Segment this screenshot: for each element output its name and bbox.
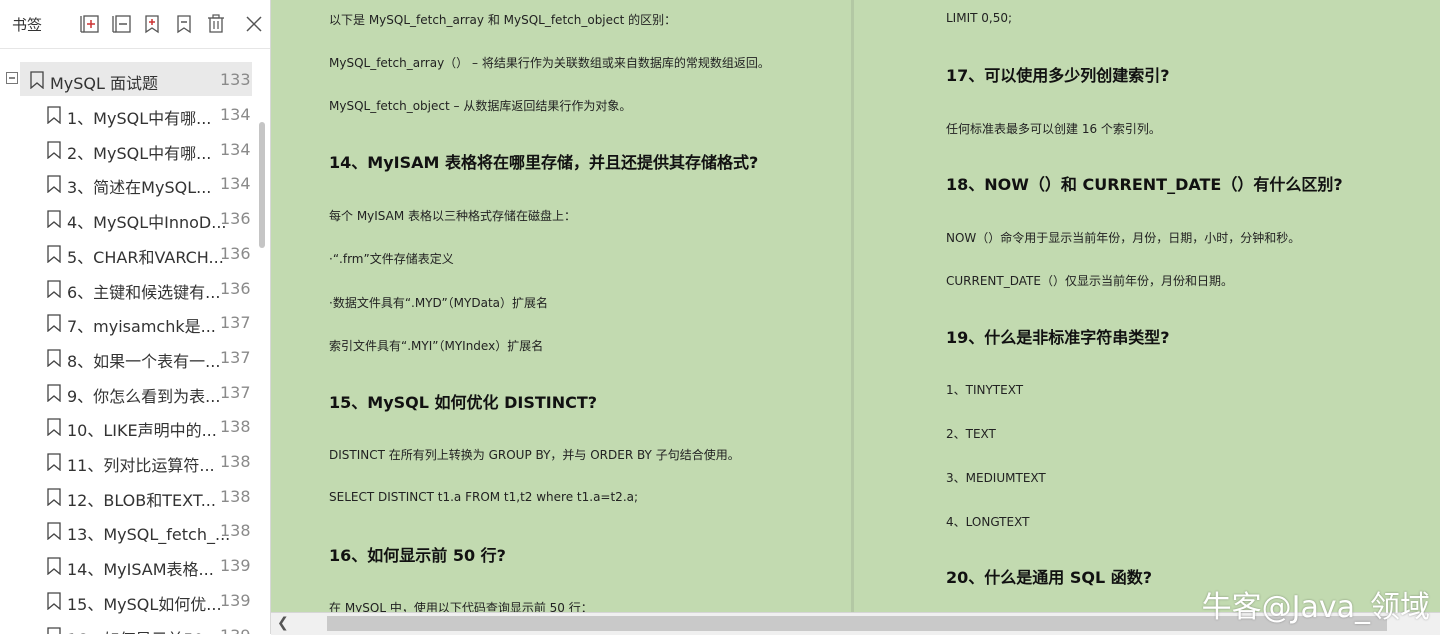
collapse-all-icon[interactable] [108,11,134,37]
text-line: ·数据文件具有“.MYD”（MYData）扩展名 [329,296,549,310]
bookmark-icon [47,557,61,576]
bookmark-item-label[interactable]: 16、如何显示前50... [67,626,219,635]
collapse-toggle-icon[interactable] [6,72,18,84]
page-left: 以下是 MySQL_fetch_array 和 MySQL_fetch_obje… [271,0,851,612]
remove-bookmark-icon[interactable] [171,11,197,37]
trash-icon[interactable] [203,11,229,37]
text-line: 索引文件具有“.MYI”（MYIndex）扩展名 [329,339,544,353]
bookmark-item-label[interactable]: 1、MySQL中有哪... [67,105,211,129]
text-line: 以下是 MySQL_fetch_array 和 MySQL_fetch_obje… [329,13,677,27]
text-line: 1、TINYTEXT [946,383,1024,397]
bookmark-panel-header: 书签 [0,0,270,49]
bookmark-icon [47,418,61,437]
bookmark-item-page: 137 [220,313,251,333]
heading-18: 18、NOW（）和 CURRENT_DATE（）有什么区别? [946,175,1343,194]
bookmark-icon [47,488,61,506]
expand-all-icon[interactable] [76,11,102,37]
heading-15: 15、MySQL 如何优化 DISTINCT? [329,393,598,412]
bookmark-item-label[interactable]: 2、MySQL中有哪... [67,140,211,164]
bookmark-item-page: 136 [220,209,251,229]
document-view[interactable]: 以下是 MySQL_fetch_array 和 MySQL_fetch_obje… [271,0,1440,612]
bookmark-icon [47,106,61,124]
bookmark-item-label[interactable]: 4、MySQL中InnoD... [67,209,227,233]
bookmark-item-label[interactable]: 8、如果一个表有一... [67,348,220,372]
bookmark-icon [47,210,61,229]
bookmark-item-label[interactable]: 13、MySQL_fetch_... [67,521,230,545]
bookmark-item-page: 138 [220,521,251,541]
heading-16: 16、如何显示前 50 行? [329,546,506,565]
text-line: ·“.frm”文件存储表定义 [329,252,454,266]
heading-19: 19、什么是非标准字符串类型? [946,328,1170,347]
bookmark-item-page: 134 [220,105,251,124]
text-line: DISTINCT 在所有列上转换为 GROUP BY，并与 ORDER BY 子… [329,448,740,462]
bookmark-panel: 书签 MySQL 面试题 133 1、MySQL中有哪... 134 2、MySQL… [0,0,271,634]
bookmark-icon [30,71,44,89]
bookmark-item-page: 139 [220,556,251,576]
bookmark-item-label[interactable]: 9、你怎么看到为表... [67,383,220,407]
bookmark-item-page: 138 [220,417,251,437]
bookmark-icon [47,592,61,610]
text-line: 4、LONGTEXT [946,515,1030,529]
bookmark-item-page: 138 [220,452,251,471]
bookmark-icon [47,453,61,471]
bookmark-icon [47,245,61,263]
text-line: MySQL_fetch_object – 从数据库返回结果行作为对象。 [329,99,632,113]
close-icon[interactable] [241,11,267,37]
bookmark-item-page: 138 [220,486,251,506]
bookmark-icon [47,314,61,333]
page-right: LIMIT 0,50; 17、可以使用多少列创建索引? 任何标准表最多可以创建 … [854,0,1440,612]
bookmark-icon [47,141,61,159]
bookmark-item-page: 137 [220,347,251,367]
add-bookmark-icon[interactable] [139,11,165,37]
bookmark-item-label[interactable]: 10、LIKE声明中的... [67,417,217,441]
scroll-left-arrow-icon[interactable]: ❮ [277,615,289,631]
bookmark-item-page: 134 [220,139,251,159]
bookmark-root-page: 133 [220,70,251,89]
text-line: CURRENT_DATE（）仅显示当前年份，月份和日期。 [946,274,1233,288]
bookmark-item-label[interactable]: 14、MyISAM表格... [67,556,214,580]
bookmark-item-label[interactable]: 7、myisamchk是... [67,313,216,337]
sidebar-scrollbar[interactable] [259,122,265,248]
bookmark-item-label[interactable]: 12、BLOB和TEXT... [67,487,216,511]
bookmark-icon [47,279,61,298]
bookmark-icon [47,522,61,541]
bookmark-item-label[interactable]: 15、MySQL如何优... [67,591,222,615]
bookmark-item-page: 139 [220,626,251,635]
text-line: 在 MySQL 中，使用以下代码查询显示前 50 行： [329,601,593,612]
bookmark-item-page: 136 [220,278,251,298]
bookmark-item-page: 134 [220,174,251,194]
text-line: 3、MEDIUMTEXT [946,471,1046,485]
bookmark-root-label[interactable]: MySQL 面试题 [50,70,158,94]
bookmark-item-label[interactable]: 3、简述在MySQL... [67,174,211,198]
bookmark-item-label[interactable]: 11、列对比运算符... [67,452,215,476]
text-line: SELECT DISTINCT t1.a FROM t1,t2 where t1… [329,490,639,504]
heading-17: 17、可以使用多少列创建索引? [946,66,1170,85]
bookmark-item-page: 139 [220,590,251,610]
text-line: 任何标准表最多可以创建 16 个索引列。 [946,122,1161,136]
bookmark-panel-title: 书签 [12,16,43,34]
bookmark-item-label[interactable]: 6、主键和候选键有... [67,279,220,303]
text-line: LIMIT 0,50; [946,11,1013,25]
heading-14: 14、MyISAM 表格将在哪里存储，并且还提供其存储格式? [329,153,759,172]
bookmark-icon [47,383,61,402]
bookmark-icon [47,626,61,634]
bookmark-item-label[interactable]: 5、CHAR和VARCH... [67,244,224,268]
bookmark-icon [47,349,61,367]
text-line: NOW（）命令用于显示当前年份，月份，日期，小时，分钟和秒。 [946,231,1301,245]
text-line: 每个 MyISAM 表格以三种格式存储在磁盘上： [329,209,577,223]
heading-20: 20、什么是通用 SQL 函数? [946,568,1153,587]
text-line: MySQL_fetch_array（） – 将结果行作为关联数组或来自数据库的常… [329,56,770,70]
bookmark-item-page: 137 [220,382,251,402]
watermark: 牛客@Java_领域 [1201,590,1430,625]
bookmark-icon [47,175,61,194]
bookmark-item-page: 136 [220,243,251,263]
text-line: 2、TEXT [946,427,996,441]
